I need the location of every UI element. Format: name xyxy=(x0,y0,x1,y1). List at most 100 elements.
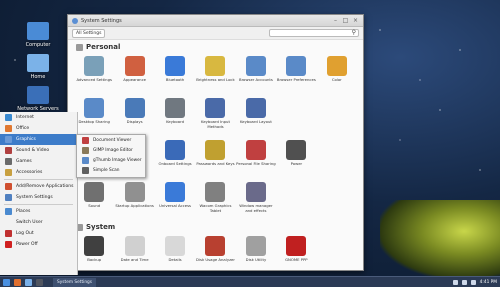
backup-icon xyxy=(84,236,105,256)
desktop-icon-network-servers[interactable]: Network Servers xyxy=(8,86,68,112)
settings-item-label: Keyboard Layout xyxy=(239,119,272,124)
menu-item[interactable]: Graphics xyxy=(0,134,77,145)
empty-cell xyxy=(317,96,357,134)
menu-item[interactable]: Log Out xyxy=(0,228,77,239)
settings-item[interactable]: Passwords and Keys xyxy=(195,138,235,176)
menu-item[interactable]: GIMP Image Editor xyxy=(77,145,145,155)
menu-item[interactable]: Office xyxy=(0,123,77,134)
settings-item[interactable]: Advanced Settings xyxy=(74,54,114,92)
volume-tray-icon[interactable] xyxy=(461,279,467,285)
start-menu-icon[interactable] xyxy=(3,278,10,286)
taskbar-task-system-settings[interactable]: System Settings xyxy=(53,277,97,287)
window-titlebar[interactable]: System Settings – □ × xyxy=(68,15,363,27)
settings-item[interactable]: Keyboard xyxy=(155,96,195,134)
passwords-icon xyxy=(205,140,226,160)
settings-item[interactable]: Keyboard Layout xyxy=(236,96,276,134)
settings-item[interactable]: Browser Preferences xyxy=(276,54,316,92)
taskbar: System Settings 4:41 PM xyxy=(0,276,500,287)
input-methods-icon xyxy=(205,98,226,118)
settings-item-label: Desktop Sharing xyxy=(78,119,110,124)
menu-item[interactable]: Power Off xyxy=(0,239,77,250)
menu-item[interactable]: Internet xyxy=(0,112,77,123)
clock[interactable]: 4:41 PM xyxy=(480,280,497,285)
settings-item[interactable]: Wacom Graphics Tablet xyxy=(195,180,235,218)
settings-item-label: Color xyxy=(331,77,342,82)
settings-item-label: Browser Preferences xyxy=(276,77,316,82)
accessories-icon xyxy=(5,169,12,176)
settings-item[interactable]: GNOME PPP xyxy=(276,234,316,272)
menu-item[interactable]: Simple Scan xyxy=(77,165,145,175)
menu-item-label: Accessories xyxy=(16,170,43,175)
home-folder-icon xyxy=(27,54,49,72)
network-tray-icon[interactable] xyxy=(452,279,458,285)
menu-item[interactable]: Places xyxy=(0,206,77,217)
phone-icon xyxy=(286,236,307,256)
universal-access-icon xyxy=(165,182,186,202)
browser-launcher-icon[interactable] xyxy=(14,278,21,286)
settings-item[interactable]: Sound xyxy=(74,180,114,218)
close-icon[interactable]: × xyxy=(352,17,359,24)
settings-item-label: Details xyxy=(168,257,182,262)
settings-item[interactable]: Personal File Sharing xyxy=(236,138,276,176)
settings-item-label: Window manager and effects xyxy=(239,203,273,213)
settings-item-label: Passwords and Keys xyxy=(196,161,235,166)
minimize-icon[interactable]: – xyxy=(332,17,339,24)
settings-item-label: Keyboard xyxy=(166,119,184,124)
menu-item-label: GIMP Image Editor xyxy=(93,147,133,153)
settings-item[interactable]: Browser Accounts xyxy=(236,54,276,92)
settings-item[interactable]: Disk Usage Analyzer xyxy=(195,234,235,272)
system-settings-grid: Backup Date and Time Details Disk Usage Ana… xyxy=(68,234,363,272)
settings-item-label: Browser Accounts xyxy=(238,77,273,82)
menu-separator xyxy=(4,179,73,180)
settings-item[interactable]: Details xyxy=(155,234,195,272)
settings-item[interactable]: Onboard Settings xyxy=(155,138,195,176)
settings-item[interactable]: Power xyxy=(276,138,316,176)
settings-item[interactable]: Keyboard Input Methods xyxy=(195,96,235,134)
file-sharing-icon xyxy=(245,140,266,160)
menu-item[interactable]: Add/Remove Applications xyxy=(0,181,77,192)
settings-item[interactable]: Color xyxy=(317,54,357,92)
settings-item[interactable]: Startup Applications xyxy=(114,180,154,218)
places-icon xyxy=(5,208,12,215)
settings-item-label: GNOME PPP xyxy=(285,257,308,262)
menu-item[interactable]: Document Viewer xyxy=(77,135,145,145)
terminal-launcher-icon[interactable] xyxy=(36,278,43,286)
brightness-icon xyxy=(205,56,226,76)
computer-icon xyxy=(27,22,49,40)
settings-item[interactable]: Universal Access xyxy=(155,180,195,218)
maximize-icon[interactable]: □ xyxy=(342,17,349,24)
menu-item-label: Switch User xyxy=(16,220,43,225)
files-launcher-icon[interactable] xyxy=(25,278,32,286)
settings-item[interactable]: Desktop Sharing xyxy=(74,96,114,134)
settings-item[interactable]: Displays xyxy=(114,96,154,134)
appearance-icon xyxy=(124,56,145,76)
menu-item-label: Office xyxy=(16,126,30,131)
desktop-icon-home[interactable]: Home xyxy=(8,54,68,80)
settings-item-label: Sound xyxy=(88,203,101,208)
wallpaper-tree xyxy=(380,200,500,278)
settings-item-label: Disk Usage Analyzer xyxy=(196,257,235,262)
menu-item[interactable]: Switch User xyxy=(0,217,77,228)
power-settings-icon xyxy=(286,140,307,160)
settings-item-label: Startup Applications xyxy=(115,203,154,208)
settings-item[interactable]: Bluetooth xyxy=(155,54,195,92)
settings-item[interactable]: Brightness and Lock xyxy=(195,54,235,92)
search-input[interactable]: ⚲ xyxy=(269,29,359,37)
settings-item[interactable]: Backup xyxy=(74,234,114,272)
menu-item[interactable]: Accessories xyxy=(0,167,77,178)
desktop-icon-computer[interactable]: Computer xyxy=(8,22,68,48)
settings-item[interactable]: Appearance xyxy=(114,54,154,92)
battery-tray-icon[interactable] xyxy=(470,279,476,285)
keyboard-layout-icon xyxy=(245,98,266,118)
menu-item[interactable]: gThumb Image Viewer xyxy=(77,155,145,165)
settings-item[interactable]: Date and Time xyxy=(114,234,154,272)
menu-item[interactable]: System Settings xyxy=(0,192,77,203)
settings-item-label: Keyboard Input Methods xyxy=(201,119,230,129)
menu-item[interactable]: Sound & Video xyxy=(0,145,77,156)
window-manager-icon xyxy=(245,182,266,202)
menu-item[interactable]: Games xyxy=(0,156,77,167)
settings-item[interactable]: Disk Utility xyxy=(236,234,276,272)
all-settings-button[interactable]: All Settings xyxy=(72,28,106,38)
wacom-icon xyxy=(205,182,226,202)
settings-item[interactable]: Window manager and effects xyxy=(236,180,276,218)
